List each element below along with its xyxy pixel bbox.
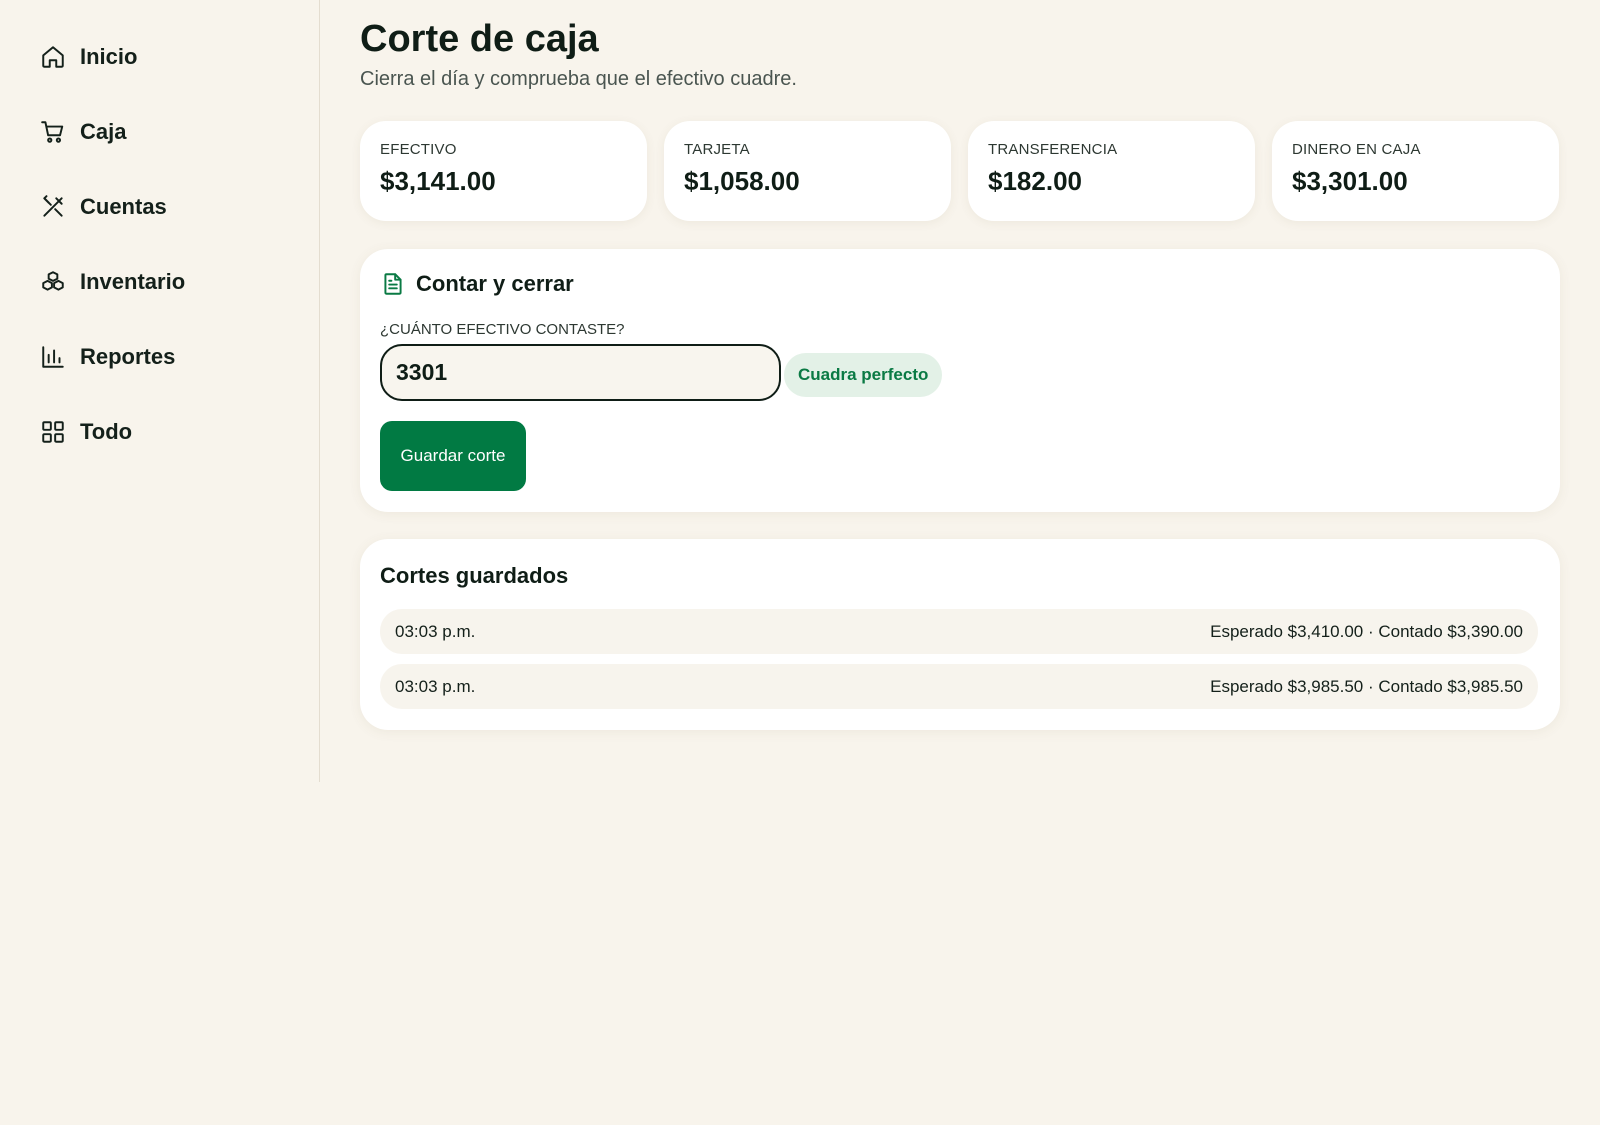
cut-summary: Esperado $3,985.50 · Contado $3,985.50 xyxy=(1210,676,1523,696)
stat-value: $182.00 xyxy=(988,166,1082,196)
sidebar-item-label: Todo xyxy=(80,419,133,444)
document-icon xyxy=(380,271,406,297)
status-badge: Cuadra perfecto xyxy=(784,353,943,397)
sidebar-item-label: Reportes xyxy=(80,344,176,369)
page-title: Corte de caja xyxy=(360,18,599,60)
sidebar-item-label: Cuentas xyxy=(80,194,167,219)
sidebar-item-inicio[interactable]: Inicio xyxy=(40,37,137,77)
stat-label: DINERO EN CAJA xyxy=(1292,141,1421,158)
sidebar-item-label: Inventario xyxy=(80,269,186,294)
utensils-icon xyxy=(40,194,66,220)
cut-time: 03:03 p.m. xyxy=(395,676,476,696)
stat-card-transferencia: TRANSFERENCIA $182.00 xyxy=(968,121,1255,221)
sidebar-item-label: Caja xyxy=(80,119,127,144)
sidebar-item-reportes[interactable]: Reportes xyxy=(40,337,175,377)
panel-title: Cortes guardados xyxy=(380,563,569,588)
list-item[interactable]: 03:03 p.m. Esperado $3,410.00 · Contado … xyxy=(380,609,1538,654)
sidebar-item-caja[interactable]: Caja xyxy=(40,112,126,152)
boxes-icon xyxy=(40,269,66,295)
stat-card-tarjeta: TARJETA $1,058.00 xyxy=(664,121,951,221)
sidebar-item-todo[interactable]: Todo xyxy=(40,412,132,452)
home-icon xyxy=(40,44,66,70)
cut-summary: Esperado $3,410.00 · Contado $3,390.00 xyxy=(1210,621,1523,641)
stat-value: $3,301.00 xyxy=(1292,166,1408,196)
sidebar-item-label: Inicio xyxy=(80,44,138,69)
list-item[interactable]: 03:03 p.m. Esperado $3,985.50 · Contado … xyxy=(380,664,1538,709)
cash-count-label: ¿CUÁNTO EFECTIVO CONTASTE? xyxy=(380,321,625,338)
panel-title: Contar y cerrar xyxy=(416,271,574,296)
cash-count-input[interactable] xyxy=(380,344,781,401)
save-button[interactable]: Guardar corte xyxy=(380,421,526,491)
grid-icon xyxy=(40,419,66,445)
stat-card-dinero-en-caja: DINERO EN CAJA $3,301.00 xyxy=(1272,121,1559,221)
cut-time: 03:03 p.m. xyxy=(395,621,476,641)
saved-cuts-panel: Cortes guardados 03:03 p.m. Esperado $3,… xyxy=(360,539,1560,730)
cart-icon xyxy=(40,119,66,145)
close-register-panel: Contar y cerrar ¿CUÁNTO EFECTIVO CONTAST… xyxy=(360,249,1560,512)
app-root: Inicio Caja Cuentas Inventario Reportes xyxy=(0,0,1600,1125)
stat-value: $3,141.00 xyxy=(380,166,496,196)
sidebar: Inicio Caja Cuentas Inventario Reportes xyxy=(0,0,320,782)
stat-value: $1,058.00 xyxy=(684,166,800,196)
stat-card-efectivo: EFECTIVO $3,141.00 xyxy=(360,121,647,221)
panel-header: Contar y cerrar xyxy=(380,271,574,297)
page-subtitle: Cierra el día y comprueba que el efectiv… xyxy=(360,68,797,90)
stat-label: TARJETA xyxy=(684,141,750,158)
bar-chart-icon xyxy=(40,344,66,370)
sidebar-item-cuentas[interactable]: Cuentas xyxy=(40,187,167,227)
sidebar-item-inventario[interactable]: Inventario xyxy=(40,262,185,302)
stat-label: EFECTIVO xyxy=(380,141,457,158)
stat-label: TRANSFERENCIA xyxy=(988,141,1118,158)
